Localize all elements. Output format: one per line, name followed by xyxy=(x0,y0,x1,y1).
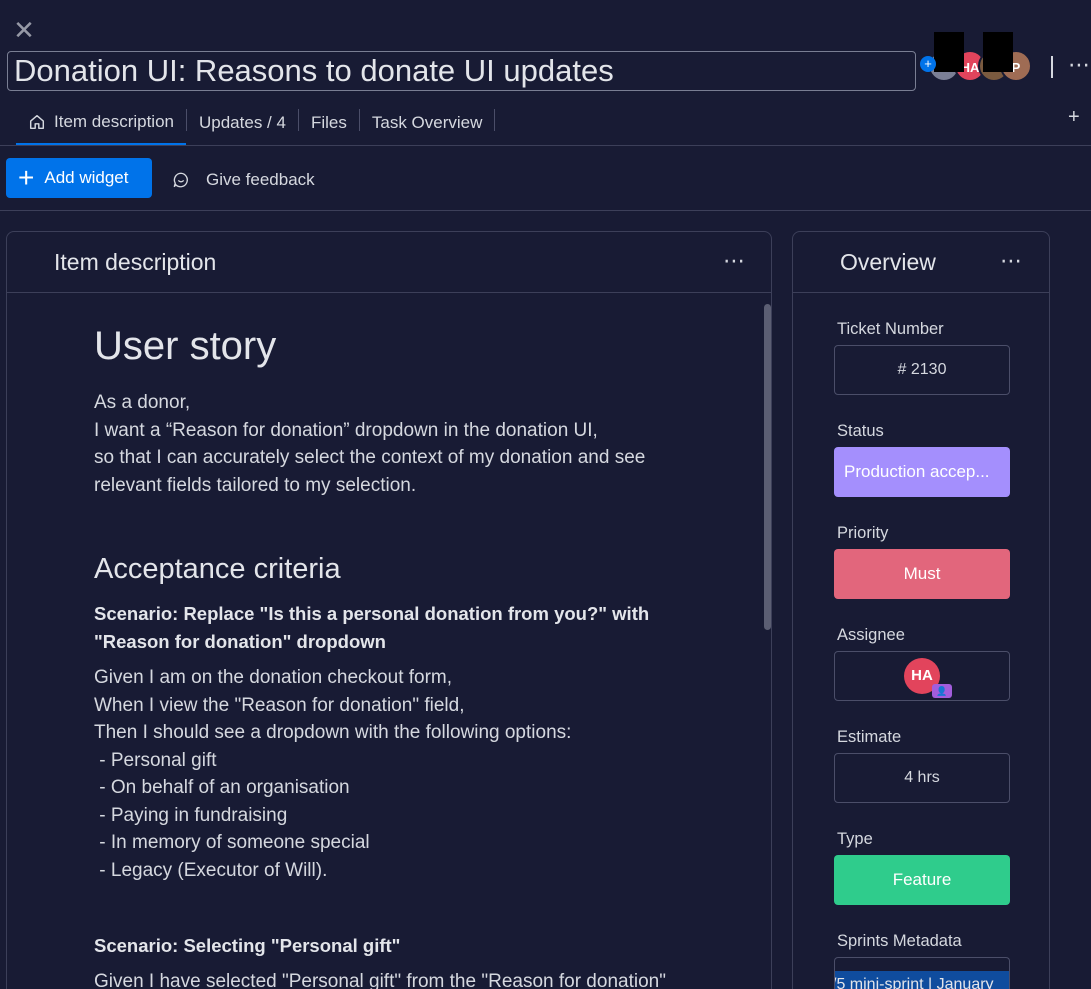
priority-value: Must xyxy=(903,564,941,583)
give-feedback-button[interactable]: Give feedback xyxy=(172,166,315,194)
item-title-input[interactable]: Donation UI: Reasons to donate UI update… xyxy=(7,51,916,91)
status-field[interactable]: Production accep... xyxy=(834,447,1010,497)
status-label: Status xyxy=(837,422,884,440)
close-icon[interactable]: ✕ xyxy=(12,17,36,43)
subscribers-avatars[interactable]: + HA P xyxy=(920,32,1040,84)
tab-updates[interactable]: Updates / 4 xyxy=(187,100,298,146)
sprint-chip: /5 mini-sprint | January xyxy=(835,971,1009,989)
type-label: Type xyxy=(837,830,873,848)
ticket-number-field[interactable]: # 2130 xyxy=(834,345,1010,395)
scenario-line: Given I am on the donation checkout form… xyxy=(94,667,453,688)
type-value: Feature xyxy=(892,870,952,889)
type-field[interactable]: Feature xyxy=(834,855,1010,905)
tab-label: Task Overview xyxy=(371,113,483,132)
give-feedback-label: Give feedback xyxy=(206,170,315,189)
scenario-line: Given I have selected "Personal gift" fr… xyxy=(94,971,666,989)
doc-heading: User story xyxy=(94,324,277,368)
scenario-title-line: Scenario: Replace "Is this a personal do… xyxy=(94,603,650,624)
redaction-block xyxy=(983,32,1013,72)
toolbar-divider xyxy=(0,210,1091,211)
tab-label: Files xyxy=(310,113,347,132)
widget-title: Overview xyxy=(840,249,936,275)
description-document[interactable]: User story As a donor, I want a “Reason … xyxy=(94,324,734,989)
scenario-title-line: "Reason for donation" dropdown xyxy=(94,631,386,652)
avatar: HA 👤 xyxy=(904,658,952,698)
scenario-line: - On behalf of an organisation xyxy=(94,777,350,798)
tab-divider xyxy=(494,109,496,131)
scenario-line: - Personal gift xyxy=(94,749,217,771)
story-line: relevant fields tailored to my selection… xyxy=(94,474,417,496)
home-icon xyxy=(29,114,45,129)
estimate-label: Estimate xyxy=(837,728,902,746)
ticket-number-label: Ticket Number xyxy=(837,320,944,338)
scenario-body: Given I have selected "Personal gift" fr… xyxy=(94,968,734,989)
widget-header: Overview ⋯ xyxy=(793,232,1049,293)
item-description-widget: Item description ⋯ User story As a donor… xyxy=(6,231,772,989)
story-line: I want a “Reason for donation” dropdown … xyxy=(94,419,598,441)
tabs-divider xyxy=(0,145,1091,146)
priority-label: Priority xyxy=(837,524,889,542)
widget-more-icon[interactable]: ⋯ xyxy=(1000,248,1023,274)
widget-header: Item description ⋯ xyxy=(7,232,771,293)
tab-item-description[interactable]: Item description xyxy=(16,100,186,146)
estimate-field[interactable]: 4 hrs xyxy=(834,753,1010,803)
scenario-title: Scenario: Selecting "Personal gift" xyxy=(94,935,401,956)
header-divider xyxy=(1051,56,1053,78)
priority-field[interactable]: Must xyxy=(834,549,1010,599)
more-options-icon[interactable]: ⋯ xyxy=(1068,52,1091,78)
story-line: so that I can accurately select the cont… xyxy=(94,447,646,468)
tab-label: Item description xyxy=(54,111,174,131)
add-widget-button[interactable]: + Add widget xyxy=(6,158,152,198)
scenario-title: Scenario: Replace "Is this a personal do… xyxy=(94,600,734,656)
ticket-number-value: # 2130 xyxy=(897,361,947,378)
criteria-heading: Acceptance criteria xyxy=(94,553,341,585)
widget-more-icon[interactable]: ⋯ xyxy=(723,248,746,274)
tab-files[interactable]: Files xyxy=(299,100,359,146)
tab-task-overview[interactable]: Task Overview xyxy=(360,100,495,146)
scrollbar[interactable] xyxy=(764,304,771,630)
story-line: As a donor, xyxy=(94,392,191,413)
sprints-metadata-label: Sprints Metadata xyxy=(837,932,962,950)
scenario-line: Then I should see a dropdown with the fo… xyxy=(94,722,572,743)
guest-icon: 👤 xyxy=(932,684,952,698)
avatar-initials: HA xyxy=(911,667,933,684)
sprints-metadata-field[interactable]: /5 mini-sprint | January xyxy=(834,957,1010,989)
add-subscriber-icon[interactable]: + xyxy=(920,56,936,72)
scenario-line: - In memory of someone special xyxy=(94,832,370,853)
scenario-line: - Legacy (Executor of Will). xyxy=(94,859,328,881)
scenario-line: - Paying in fundraising xyxy=(94,804,288,826)
add-widget-label: Add widget xyxy=(44,168,129,187)
plus-icon: + xyxy=(18,162,35,193)
redaction-block xyxy=(934,32,964,72)
add-tab-icon[interactable]: + xyxy=(1068,106,1080,129)
widget-title: Item description xyxy=(54,249,217,275)
assignee-field[interactable]: HA 👤 xyxy=(834,651,1010,701)
tab-label: Updates / 4 xyxy=(199,113,286,132)
feedback-icon xyxy=(173,172,188,188)
assignee-label: Assignee xyxy=(837,626,905,644)
item-tabs: Item description Updates / 4 Files Task … xyxy=(16,100,496,146)
status-value: Production accep... xyxy=(844,462,990,481)
overview-widget: Overview ⋯ Ticket Number # 2130 Status P… xyxy=(792,231,1050,989)
scenario-body: Given I am on the donation checkout form… xyxy=(94,664,734,884)
estimate-value: 4 hrs xyxy=(904,769,940,786)
scenario-line: When I view the "Reason for donation" fi… xyxy=(94,694,465,716)
